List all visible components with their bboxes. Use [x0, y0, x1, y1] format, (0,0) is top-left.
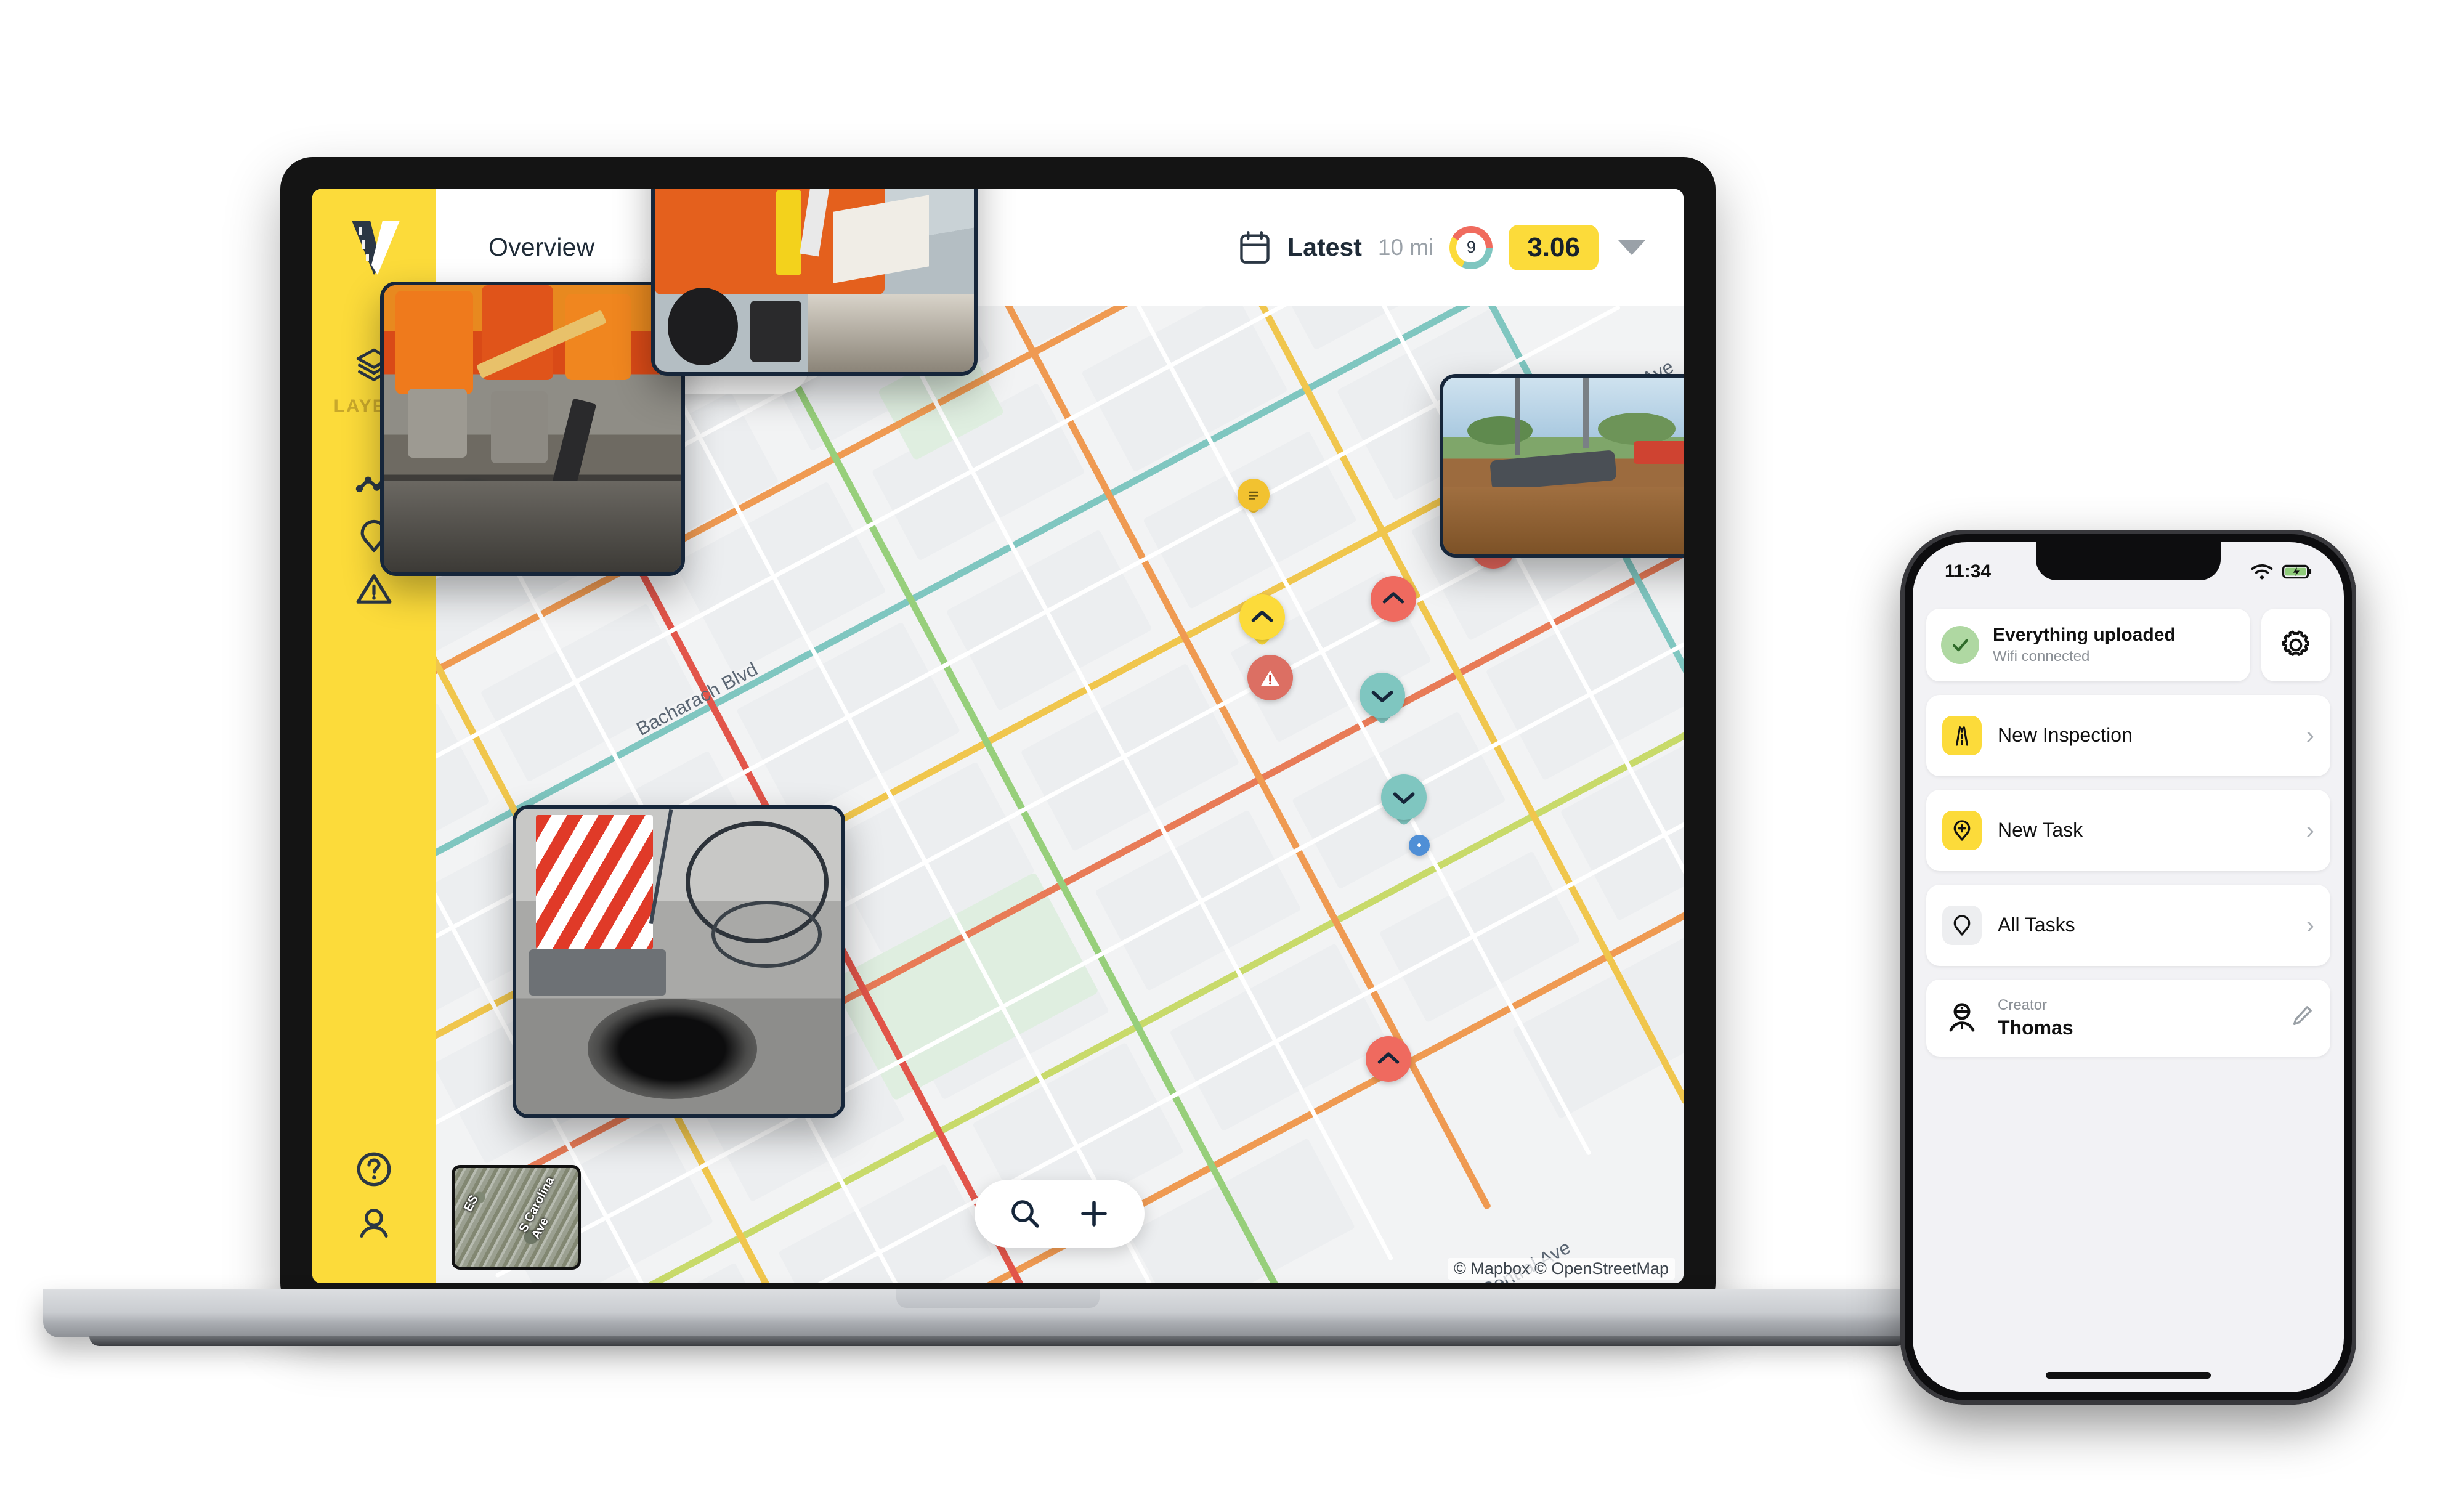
tab-overview[interactable]: Overview — [488, 233, 594, 262]
chevron-down-icon — [1393, 792, 1415, 804]
sidebar-item-account[interactable] — [351, 1199, 397, 1245]
creator-label: Creator — [1998, 996, 2048, 1013]
phone-status-bar: 11:34 — [1913, 542, 2344, 593]
status-icons — [2250, 563, 2312, 580]
search-icon — [1011, 1200, 1039, 1228]
phone-screen: 11:34 Everything uploaded Wifi connected… — [1913, 542, 2344, 1392]
map-marker-info[interactable] — [1409, 835, 1430, 856]
map-marker-condition-up[interactable] — [1366, 1036, 1411, 1082]
chevron-up-icon — [1382, 592, 1404, 604]
road-v-logo-icon — [352, 220, 400, 275]
map-controls — [975, 1180, 1145, 1248]
map-marker-condition-up[interactable] — [1371, 576, 1416, 622]
street-label: S Carolina Ave — [1682, 1267, 1684, 1283]
warning-triangle-icon — [1261, 670, 1279, 686]
photo-snowplow-image — [655, 189, 974, 372]
menu-item-label: New Inspection — [1998, 724, 2133, 746]
wifi-icon — [2251, 564, 2273, 580]
upload-status-card[interactable]: Everything uploaded Wifi connected — [1926, 609, 2250, 681]
map-add-button[interactable] — [1078, 1198, 1110, 1230]
warning-triangle-icon — [356, 574, 392, 604]
menu-item-label: All Tasks — [1998, 914, 2075, 936]
phone-device: 11:34 Everything uploaded Wifi connected… — [1900, 530, 2356, 1405]
phone-item-all-tasks[interactable]: All Tasks › — [1926, 884, 2330, 966]
laptop-base — [43, 1289, 1953, 1337]
minimap-satellite-toggle[interactable]: S Carolina Ave ES — [452, 1165, 581, 1270]
pencil-icon[interactable] — [2290, 1004, 2314, 1033]
photo-playground-swing[interactable] — [1440, 374, 1684, 558]
topbar-status-group: Latest 10 mi 9 3.06 — [1238, 189, 1684, 306]
plus-icon — [1081, 1201, 1107, 1227]
photo-snowplow[interactable] — [651, 189, 978, 376]
worker-avatar-icon — [1942, 998, 1982, 1037]
map-search-button[interactable] — [1009, 1198, 1041, 1230]
map-marker-warning[interactable] — [1247, 655, 1293, 700]
laptop-base-notch — [896, 1289, 1100, 1308]
map-marker-condition-up[interactable] — [1239, 594, 1285, 651]
chevron-down-icon — [1371, 691, 1393, 702]
chevron-right-icon: › — [2306, 911, 2314, 939]
photo-roadworkers[interactable] — [380, 282, 685, 576]
note-bubble-icon — [1249, 491, 1258, 500]
map-pin-glyph-icon — [1953, 914, 1971, 936]
creator-card[interactable]: Creator Thomas — [1926, 979, 2330, 1057]
sidebar-item-help[interactable] — [351, 1146, 397, 1192]
laptop-screen: Overview Planning Table Tasks Latest 10 … — [312, 189, 1684, 1283]
user-icon — [360, 1209, 388, 1238]
pin-plus-glyph-icon — [1953, 819, 1971, 841]
upload-subtitle: Wifi connected — [1993, 647, 2090, 665]
chevron-up-icon — [1251, 611, 1273, 622]
map-attribution: © Mapbox © OpenStreetMap — [1448, 1258, 1675, 1280]
question-circle-icon — [357, 1152, 391, 1187]
score-badge[interactable]: 3.06 — [1509, 224, 1599, 270]
settings-button[interactable] — [2261, 609, 2330, 681]
photo-pothole-barrier[interactable] — [513, 805, 845, 1118]
photo-roadworkers-image — [384, 285, 681, 572]
phone-item-new-task[interactable]: New Task › — [1926, 789, 2330, 871]
home-indicator — [2046, 1372, 2211, 1379]
info-pin-icon — [1417, 843, 1421, 847]
road-glyph-icon — [1956, 726, 1968, 746]
donut-value: 9 — [1456, 232, 1486, 262]
creator-name: Thomas — [1998, 1016, 2073, 1039]
worker-avatar-glyph-icon — [1949, 1003, 1975, 1032]
condition-donut-chart: 9 — [1449, 225, 1493, 269]
photo-pothole-barrier-image — [516, 809, 841, 1114]
map-marker-note[interactable] — [1238, 479, 1270, 518]
screenshot-root: Overview Planning Table Tasks Latest 10 … — [0, 0, 2464, 1489]
distance-label: 10 mi — [1377, 234, 1434, 260]
upload-title: Everything uploaded — [1993, 625, 2176, 645]
phone-content: Everything uploaded Wifi connected New I… — [1913, 593, 2344, 1372]
upload-status-row: Everything uploaded Wifi connected — [1926, 609, 2330, 681]
map-marker-condition-down[interactable] — [1360, 673, 1405, 729]
menu-item-label: New Task — [1998, 819, 2083, 841]
pin-plus-icon — [1942, 810, 1982, 850]
pencil-glyph-icon — [2293, 1005, 2312, 1025]
laptop-device: Overview Planning Table Tasks Latest 10 … — [43, 157, 1953, 1346]
map-pin-icon — [1942, 905, 1982, 945]
check-icon — [1953, 639, 1968, 652]
photo-playground-swing-image — [1443, 378, 1684, 554]
road-icon — [1942, 715, 1982, 755]
chevron-down-icon[interactable] — [1618, 240, 1645, 255]
laptop-foot — [89, 1336, 1907, 1346]
check-circle-icon — [1941, 625, 1979, 664]
status-time: 11:34 — [1945, 561, 1992, 582]
map-marker-condition-down[interactable] — [1381, 774, 1427, 831]
chevron-right-icon: › — [2306, 816, 2314, 844]
calendar-icon — [1240, 230, 1270, 264]
phone-item-new-inspection[interactable]: New Inspection › — [1926, 694, 2330, 776]
upload-status-text: Everything uploaded Wifi connected — [1993, 625, 2176, 665]
chevron-right-icon: › — [2306, 721, 2314, 749]
gear-icon — [2282, 630, 2309, 656]
creator-text: Creator Thomas — [1998, 997, 2073, 1039]
date-filter-label[interactable]: Latest — [1287, 233, 1362, 262]
battery-charging-icon — [2282, 564, 2312, 579]
chevron-up-icon — [1377, 1052, 1400, 1064]
